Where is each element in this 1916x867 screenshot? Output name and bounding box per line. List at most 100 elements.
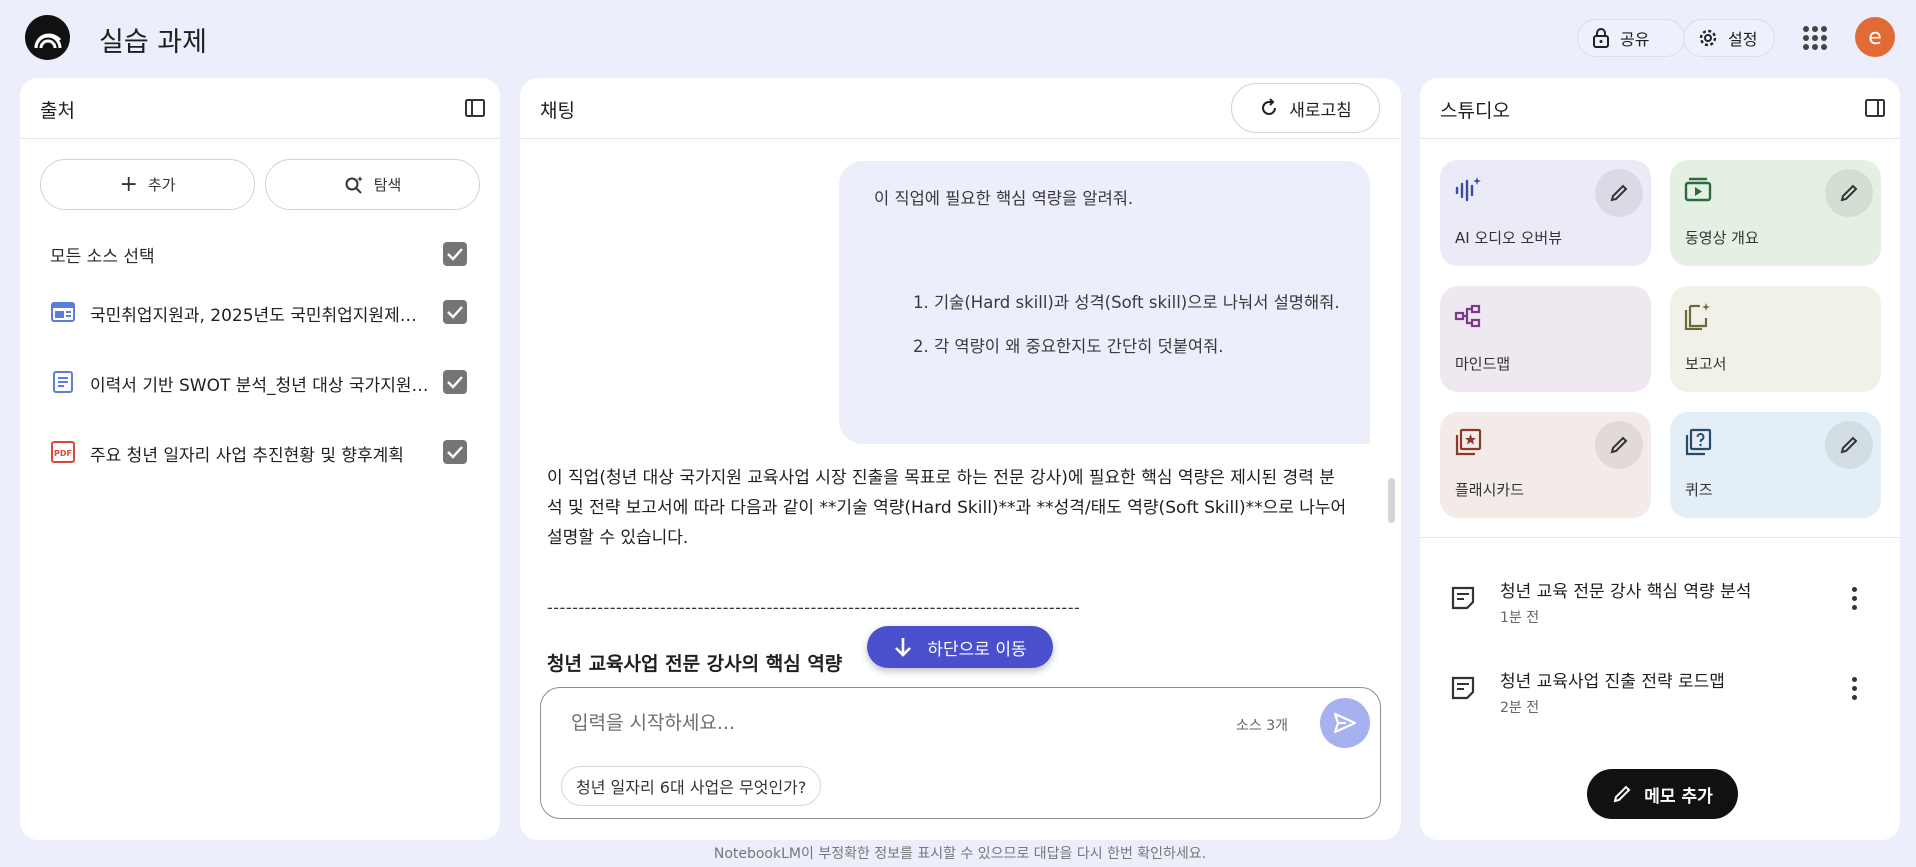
pencil-icon: [1840, 184, 1858, 202]
text-doc-icon: [53, 371, 73, 393]
studio-header: 스튜디오: [1420, 78, 1900, 139]
avatar[interactable]: e: [1855, 17, 1895, 57]
report-icon: [1684, 303, 1710, 330]
note-icon: [1451, 586, 1475, 610]
collapse-panel-icon[interactable]: [1864, 97, 1886, 119]
search-sparkle-icon: [345, 175, 363, 194]
audio-waveform-icon: [1455, 177, 1481, 202]
source-checkbox[interactable]: [443, 370, 467, 394]
source-count-label: 소스 3개: [1236, 718, 1288, 734]
source-item[interactable]: 이력서 기반 SWOT 분석_청년 대상 국가지원 교육사업: [20, 362, 500, 402]
refresh-label: 새로고침: [1289, 100, 1352, 121]
plus-icon: +: [119, 171, 138, 197]
chat-input-box[interactable]: 입력을 시작하세요... 소스 3개 청년 일자리 6대 사업은 무엇인가?: [540, 687, 1381, 819]
pencil-icon: [1840, 436, 1858, 454]
flashcard-icon: [1455, 428, 1482, 456]
tile-label: 퀴즈: [1685, 481, 1713, 499]
select-all-label: 모든 소스 선택: [50, 247, 155, 267]
disclaimer-text: NotebookLM이 부정확한 정보를 표시할 수 있으므로 대답을 다시 한…: [713, 846, 1207, 862]
settings-button[interactable]: 설정: [1683, 19, 1775, 57]
share-button[interactable]: 공유: [1577, 19, 1685, 57]
quiz-tile[interactable]: 퀴즈: [1670, 412, 1881, 518]
source-checkbox[interactable]: [443, 440, 467, 464]
settings-label: 설정: [1728, 30, 1758, 49]
lock-icon: [1593, 28, 1609, 48]
refresh-button[interactable]: 새로고침: [1231, 83, 1380, 133]
sources-panel: 출처 + 추가 탐색 모든 소스 선택 국민취업지원과, 2025년도 국민취업…: [20, 78, 500, 840]
source-item-label: 주요 청년 일자리 사업 추진현황 및 향후계획: [90, 446, 404, 466]
note-icon: [1451, 676, 1475, 700]
user-message-bubble: 이 직업에 필요한 핵심 역량을 알려줘. 기술(Hard skill)과 성격…: [839, 161, 1370, 444]
pencil-icon: [1610, 436, 1628, 454]
more-options-icon[interactable]: [1842, 583, 1866, 613]
add-source-button[interactable]: + 추가: [40, 159, 255, 210]
notebooklm-logo-icon[interactable]: [25, 15, 70, 60]
note-time: 2분 전: [1500, 700, 1540, 716]
video-icon: [1684, 177, 1712, 202]
share-label: 공유: [1620, 30, 1650, 49]
quiz-icon: [1685, 428, 1712, 456]
source-item-label: 국민취업지원과, 2025년도 국민취업지원제도 사업 안내: [90, 306, 430, 326]
audio-overview-tile[interactable]: AI 오디오 오버뷰: [1440, 160, 1651, 266]
scroll-to-bottom-button[interactable]: 하단으로 이동: [867, 626, 1053, 668]
pencil-icon: [1610, 184, 1628, 202]
gear-icon: [1699, 29, 1717, 47]
edit-button[interactable]: [1595, 169, 1643, 217]
explore-label: 탐색: [373, 176, 402, 194]
chat-header: 채팅 새로고침: [520, 78, 1401, 139]
mindmap-tile[interactable]: 마인드맵: [1440, 286, 1651, 392]
add-memo-button[interactable]: 메모 추가: [1587, 769, 1738, 819]
user-question-list: 기술(Hard skill)과 성격(Soft skill)으로 나눠서 설명해…: [874, 293, 1350, 357]
scroll-to-bottom-label: 하단으로 이동: [927, 639, 1027, 660]
saved-note-item[interactable]: 청년 교육 전문 강사 핵심 역량 분석 1분 전: [1420, 563, 1900, 633]
chat-title: 채팅: [540, 100, 575, 122]
pencil-icon: [1613, 785, 1631, 803]
tile-label: 플래시카드: [1455, 481, 1525, 499]
edit-button[interactable]: [1595, 421, 1643, 469]
chat-input[interactable]: 입력을 시작하세요...: [571, 708, 735, 735]
chat-panel: 채팅 새로고침 이 직업에 필요한 핵심 역량을 알려줘. 기술(Hard sk…: [520, 78, 1401, 840]
svg-text:PDF: PDF: [54, 449, 72, 458]
apps-grid-icon[interactable]: [1803, 26, 1827, 50]
edit-button[interactable]: [1825, 169, 1873, 217]
sources-header: 출처: [20, 78, 500, 139]
tile-label: 보고서: [1685, 355, 1727, 373]
studio-divider: [1420, 537, 1900, 538]
select-all-checkbox[interactable]: [443, 242, 467, 266]
video-overview-tile[interactable]: 동영상 개요: [1670, 160, 1881, 266]
app-header: 실습 과제 공유 설정 e: [0, 0, 1916, 76]
web-doc-icon: [51, 302, 75, 322]
add-source-label: 추가: [147, 176, 176, 194]
source-checkbox[interactable]: [443, 300, 467, 324]
send-button[interactable]: [1320, 698, 1370, 748]
mindmap-icon: [1454, 304, 1481, 328]
notebook-title[interactable]: 실습 과제: [99, 20, 207, 59]
source-item[interactable]: PDF 주요 청년 일자리 사업 추진현황 및 향후계획: [20, 432, 500, 472]
suggested-question-chip[interactable]: 청년 일자리 6대 사업은 무엇인가?: [561, 766, 822, 806]
flashcard-tile[interactable]: 플래시카드: [1440, 412, 1651, 518]
tile-label: 마인드맵: [1455, 355, 1511, 373]
answer-heading: 청년 교육사업 전문 강사의 핵심 역량: [547, 653, 843, 675]
tile-label: AI 오디오 오버뷰: [1455, 229, 1563, 247]
note-time: 1분 전: [1500, 610, 1540, 626]
arrow-down-icon: [895, 638, 912, 657]
sources-title: 출처: [40, 100, 75, 122]
pdf-icon: PDF: [51, 441, 75, 463]
tile-label: 동영상 개요: [1685, 229, 1759, 247]
user-question: 이 직업에 필요한 핵심 역량을 알려줘.: [874, 189, 1134, 208]
send-icon: [1333, 712, 1357, 734]
source-item[interactable]: 국민취업지원과, 2025년도 국민취업지원제도 사업 안내: [20, 292, 500, 332]
answer-divider: ----------------------------------------…: [547, 598, 1081, 617]
report-tile[interactable]: 보고서: [1670, 286, 1881, 392]
assistant-answer: 이 직업(청년 대상 국가지원 교육사업 시장 진출을 목표로 하는 전문 강사…: [547, 468, 1347, 548]
chat-scrollbar[interactable]: [1388, 478, 1395, 523]
studio-panel: 스튜디오 AI 오디오 오버뷰 동영상 개요 마인드맵 보고서 플래시카드 퀴즈…: [1420, 78, 1900, 840]
explore-button[interactable]: 탐색: [265, 159, 480, 210]
source-item-label: 이력서 기반 SWOT 분석_청년 대상 국가지원 교육사업: [90, 376, 430, 396]
collapse-panel-icon[interactable]: [464, 97, 486, 119]
saved-note-item[interactable]: 청년 교육사업 진출 전략 로드맵 2분 전: [1420, 653, 1900, 723]
refresh-icon: [1262, 98, 1277, 115]
edit-button[interactable]: [1825, 421, 1873, 469]
user-question-item: 기술(Hard skill)과 성격(Soft skill)으로 나눠서 설명해…: [934, 293, 1350, 313]
more-options-icon[interactable]: [1842, 673, 1866, 703]
